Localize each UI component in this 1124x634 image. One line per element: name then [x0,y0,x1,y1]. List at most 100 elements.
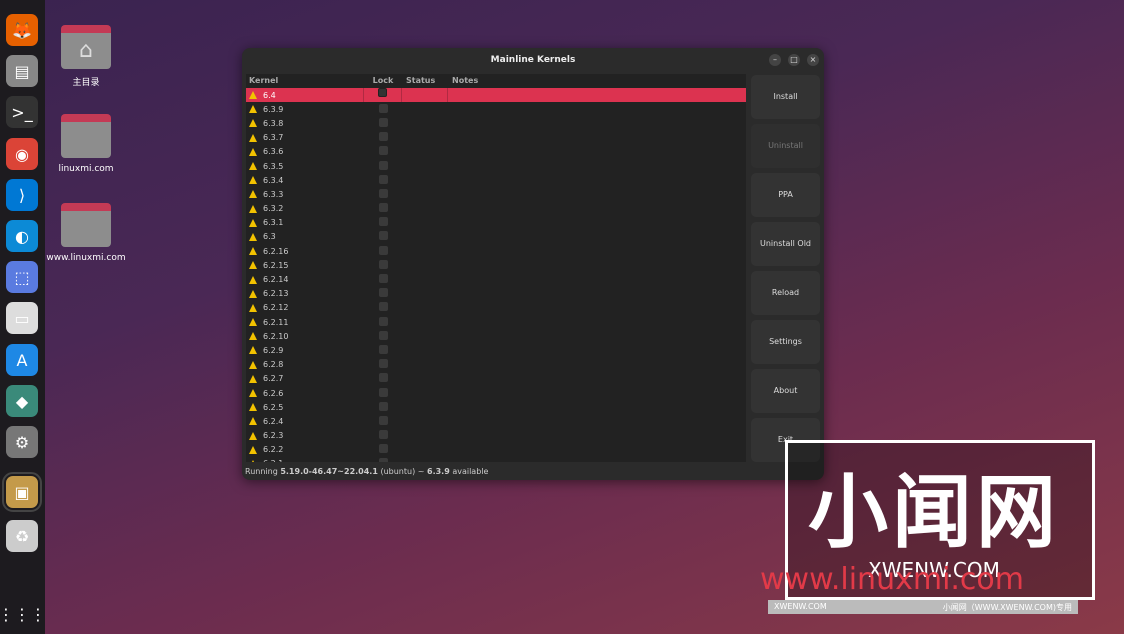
kernel-row[interactable]: 6.2.14 [246,272,746,286]
kernel-row[interactable]: 6.2.10 [246,329,746,343]
lock-checkbox[interactable] [378,316,388,326]
lock-checkbox[interactable] [378,217,388,227]
desktop-folder[interactable]: linuxmi.com [41,114,131,174]
mainline-icon[interactable]: ▣ [2,472,42,512]
lock-checkbox[interactable] [378,231,388,241]
app-grid-icon[interactable]: ⋮⋮⋮ [0,598,46,630]
edge-icon[interactable]: ◐ [6,220,38,252]
kernel-row[interactable]: 6.2.11 [246,315,746,329]
kernel-row[interactable]: 6.3.9 [246,102,746,116]
lock-checkbox[interactable] [378,132,388,142]
kernel-row[interactable]: 6.2.13 [246,287,746,301]
kernel-row[interactable]: 6.3.7 [246,131,746,145]
lock-checkbox[interactable] [378,245,388,255]
mainline-kernels-window: Mainline Kernels – □ × Kernel Lock Statu… [242,48,824,480]
kernel-row[interactable]: 6.3.8 [246,116,746,130]
lock-checkbox[interactable] [378,458,388,462]
lock-checkbox[interactable] [378,444,388,454]
lock-checkbox[interactable] [378,146,388,156]
folder-label: linuxmi.com [58,164,114,174]
firefox-icon[interactable]: 🦊 [6,14,38,46]
vscode-icon[interactable]: ⟩ [6,179,38,211]
chrome-icon[interactable]: ◉ [6,138,38,170]
kernel-row[interactable]: 6.3.5 [246,159,746,173]
app-store-icon[interactable]: A [6,344,38,376]
lock-checkbox[interactable] [378,160,388,170]
lock-checkbox[interactable] [378,401,388,411]
minimize-button[interactable]: – [769,54,781,66]
watermark-foot-right: 小闻网（WWW.XWENW.COM)专用 [942,603,1072,612]
about-button[interactable]: About [751,369,820,413]
lock-checkbox[interactable] [378,288,388,298]
lock-checkbox[interactable] [378,203,388,213]
tux-icon [249,303,257,312]
folder-icon [61,203,111,247]
kernel-list[interactable]: Kernel Lock Status Notes 6.4 6.3.9 6.3.8 6.… [246,74,746,462]
desktop-folder[interactable]: www.linuxmi.com [41,203,131,263]
lock-cell [364,103,402,115]
kernel-row[interactable]: 6.2.2 [246,443,746,457]
kernel-version: 6.3.2 [263,204,284,214]
lock-checkbox[interactable] [378,430,388,440]
kernel-row[interactable]: 6.3.4 [246,173,746,187]
kernel-row[interactable]: 6.3.1 [246,216,746,230]
ppa-button[interactable]: PPA [751,173,820,217]
column-lock[interactable]: Lock [364,74,402,88]
kernel-row[interactable]: 6.2.16 [246,244,746,258]
lock-checkbox[interactable] [378,387,388,397]
kernel-row[interactable]: 6.2.4 [246,414,746,428]
tux-icon [249,176,257,185]
kernel-row[interactable]: 6.3.6 [246,145,746,159]
kernel-row[interactable]: 6.4 [246,88,746,103]
lock-checkbox[interactable] [378,274,388,284]
tux-icon [249,247,257,256]
lock-checkbox[interactable] [378,117,388,127]
lock-checkbox[interactable] [378,415,388,425]
screenshot-icon[interactable]: ⬚ [6,261,38,293]
settings-button[interactable]: Settings [751,320,820,364]
lock-checkbox[interactable] [378,302,388,312]
install-button[interactable]: Install [751,75,820,119]
kernel-version: 6.2.14 [263,275,289,285]
files-icon[interactable]: ▤ [6,55,38,87]
monitor-icon[interactable]: ▭ [6,302,38,334]
settings-icon[interactable]: ⚙ [6,426,38,458]
kernel-row[interactable]: 6.2.5 [246,400,746,414]
lock-checkbox[interactable] [378,359,388,369]
column-kernel[interactable]: Kernel [246,74,364,88]
lock-checkbox[interactable] [378,103,388,113]
kernel-row[interactable]: 6.2.9 [246,343,746,357]
kernel-row[interactable]: 6.2.1 [246,457,746,462]
reload-button[interactable]: Reload [751,271,820,315]
tux-icon [249,389,257,398]
trash-icon[interactable]: ♻ [6,520,38,552]
kernel-row[interactable]: 6.3.2 [246,202,746,216]
terminal-icon[interactable]: >_ [6,96,38,128]
maximize-button[interactable]: □ [788,54,800,66]
kernel-row[interactable]: 6.3 [246,230,746,244]
folder-icon [61,114,111,158]
lock-checkbox[interactable] [378,88,387,97]
kernel-row[interactable]: 6.2.3 [246,429,746,443]
kernel-row[interactable]: 6.2.12 [246,301,746,315]
desktop-folder[interactable]: ⌂ 主目录 [41,25,131,88]
lock-checkbox[interactable] [378,344,388,354]
lock-checkbox[interactable] [378,174,388,184]
lock-checkbox[interactable] [378,259,388,269]
column-status[interactable]: Status [402,74,448,88]
kernel-cell: 6.2.2 [246,445,364,454]
kernel-row[interactable]: 6.3.3 [246,187,746,201]
kernel-row[interactable]: 6.2.6 [246,386,746,400]
package-icon[interactable]: ◆ [6,385,38,417]
close-button[interactable]: × [807,54,819,66]
column-notes[interactable]: Notes [448,74,746,88]
uninstall-button[interactable]: Uninstall [751,124,820,168]
kernel-row[interactable]: 6.2.7 [246,372,746,386]
kernel-version: 6.4 [263,90,276,100]
kernel-row[interactable]: 6.2.8 [246,358,746,372]
lock-checkbox[interactable] [378,373,388,383]
lock-checkbox[interactable] [378,188,388,198]
lock-checkbox[interactable] [378,330,388,340]
uninstall-old-button[interactable]: Uninstall Old [751,222,820,266]
kernel-row[interactable]: 6.2.15 [246,258,746,272]
